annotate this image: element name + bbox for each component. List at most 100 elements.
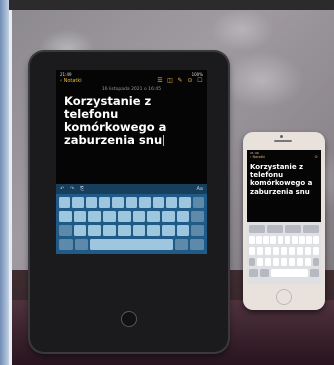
key[interactable]	[59, 211, 72, 222]
keyboard-row-3	[249, 247, 319, 255]
notes-toolbar: ‹ Notatki ⊙	[250, 155, 318, 161]
undo-icon[interactable]: ↶	[60, 186, 64, 192]
shift-key[interactable]	[191, 225, 205, 236]
key[interactable]	[299, 236, 305, 244]
shift-key[interactable]	[249, 258, 256, 266]
camera-icon[interactable]: ◫	[167, 78, 173, 84]
key[interactable]	[88, 225, 102, 236]
return-key[interactable]	[191, 211, 205, 222]
key[interactable]	[313, 236, 320, 244]
key[interactable]	[176, 225, 190, 236]
key[interactable]	[117, 225, 131, 236]
key[interactable]	[272, 258, 280, 266]
key[interactable]	[291, 236, 298, 244]
note-date: 16 listopada 2021 o 16:45	[101, 87, 162, 92]
space-key[interactable]	[270, 269, 309, 277]
paste-icon[interactable]: ⎘	[80, 186, 84, 192]
key[interactable]	[72, 197, 84, 208]
key[interactable]	[288, 258, 296, 266]
shift-key[interactable]	[59, 225, 72, 236]
space-key[interactable]	[90, 239, 173, 250]
globe-key[interactable]	[74, 239, 89, 250]
key[interactable]	[304, 258, 311, 266]
chevron-left-icon: ‹	[60, 78, 62, 84]
redo-icon[interactable]: ↷	[70, 186, 74, 192]
markup-icon[interactable]: ✎	[177, 78, 183, 84]
back-button[interactable]: ‹ Notatki	[60, 78, 82, 84]
backspace-key[interactable]	[312, 258, 319, 266]
key[interactable]	[264, 258, 272, 266]
key[interactable]	[280, 258, 288, 266]
key[interactable]	[270, 236, 277, 244]
toolbar-key[interactable]	[249, 225, 266, 233]
key[interactable]	[125, 197, 138, 208]
key[interactable]	[264, 247, 272, 255]
key[interactable]	[176, 211, 190, 222]
numbers-key[interactable]	[249, 269, 259, 277]
backspace-key[interactable]	[192, 197, 204, 208]
key[interactable]	[284, 236, 291, 244]
notes-toolbar: ‹ Notatki ☰ ◫ ✎ ⊙ ☐	[60, 78, 203, 87]
numbers-key[interactable]	[174, 239, 189, 250]
key[interactable]	[280, 247, 288, 255]
key[interactable]	[288, 247, 296, 255]
key[interactable]	[139, 197, 151, 208]
return-key[interactable]	[309, 269, 319, 277]
ipad-home-button[interactable]	[121, 311, 137, 327]
key[interactable]	[306, 236, 312, 244]
more-icon[interactable]: ⊙	[314, 155, 318, 159]
key[interactable]	[88, 211, 102, 222]
key[interactable]	[85, 197, 98, 208]
toolbar-key[interactable]	[302, 225, 319, 233]
iphone-keyboard	[247, 222, 321, 284]
key[interactable]	[152, 197, 164, 208]
toolbar-key[interactable]	[284, 225, 302, 233]
dismiss-keyboard-key[interactable]	[190, 239, 205, 250]
key[interactable]	[312, 247, 319, 255]
key[interactable]	[73, 211, 87, 222]
key[interactable]	[132, 225, 146, 236]
key[interactable]	[112, 197, 124, 208]
key[interactable]	[59, 197, 71, 208]
key[interactable]	[263, 236, 269, 244]
key[interactable]	[249, 247, 256, 255]
key[interactable]	[73, 225, 87, 236]
back-button[interactable]: ‹ Notatki	[250, 155, 265, 159]
key[interactable]	[296, 247, 304, 255]
key[interactable]	[256, 247, 264, 255]
globe-key[interactable]	[259, 269, 270, 277]
key[interactable]	[132, 211, 146, 222]
key[interactable]	[256, 258, 264, 266]
chevron-left-icon: ‹	[250, 155, 252, 159]
keyboard-row-4	[249, 258, 319, 266]
key[interactable]	[304, 247, 311, 255]
key[interactable]	[103, 225, 116, 236]
key[interactable]	[296, 258, 304, 266]
key[interactable]	[161, 225, 175, 236]
key[interactable]	[272, 247, 280, 255]
checklist-icon[interactable]: ☰	[157, 78, 163, 84]
numbers-key[interactable]	[59, 239, 73, 250]
more-icon[interactable]: ⊙	[187, 78, 193, 84]
keyboard-row-4	[59, 239, 205, 250]
key[interactable]	[147, 211, 160, 222]
key[interactable]	[99, 197, 111, 208]
key[interactable]	[103, 211, 116, 222]
key[interactable]	[249, 236, 255, 244]
iphone-screen: 21:49 ‹ Notatki ⊙ Korzystanie z telefonu…	[247, 150, 321, 284]
toolbar-key[interactable]	[266, 225, 284, 233]
keyboard-row-1	[249, 225, 319, 233]
key[interactable]	[117, 211, 131, 222]
key[interactable]	[179, 197, 191, 208]
text-cursor	[163, 135, 165, 146]
note-body[interactable]: Korzystanie z telefonu komórkowego a zab…	[64, 95, 196, 147]
key[interactable]	[277, 236, 284, 244]
key[interactable]	[256, 236, 262, 244]
key[interactable]	[165, 197, 178, 208]
key[interactable]	[161, 211, 175, 222]
note-body[interactable]: Korzystanie z telefonu komórkowego a zab…	[250, 163, 320, 196]
key[interactable]	[147, 225, 160, 236]
format-aa-button[interactable]: Aa	[197, 186, 203, 192]
iphone-home-button[interactable]	[276, 289, 292, 305]
compose-icon[interactable]: ☐	[197, 78, 203, 84]
